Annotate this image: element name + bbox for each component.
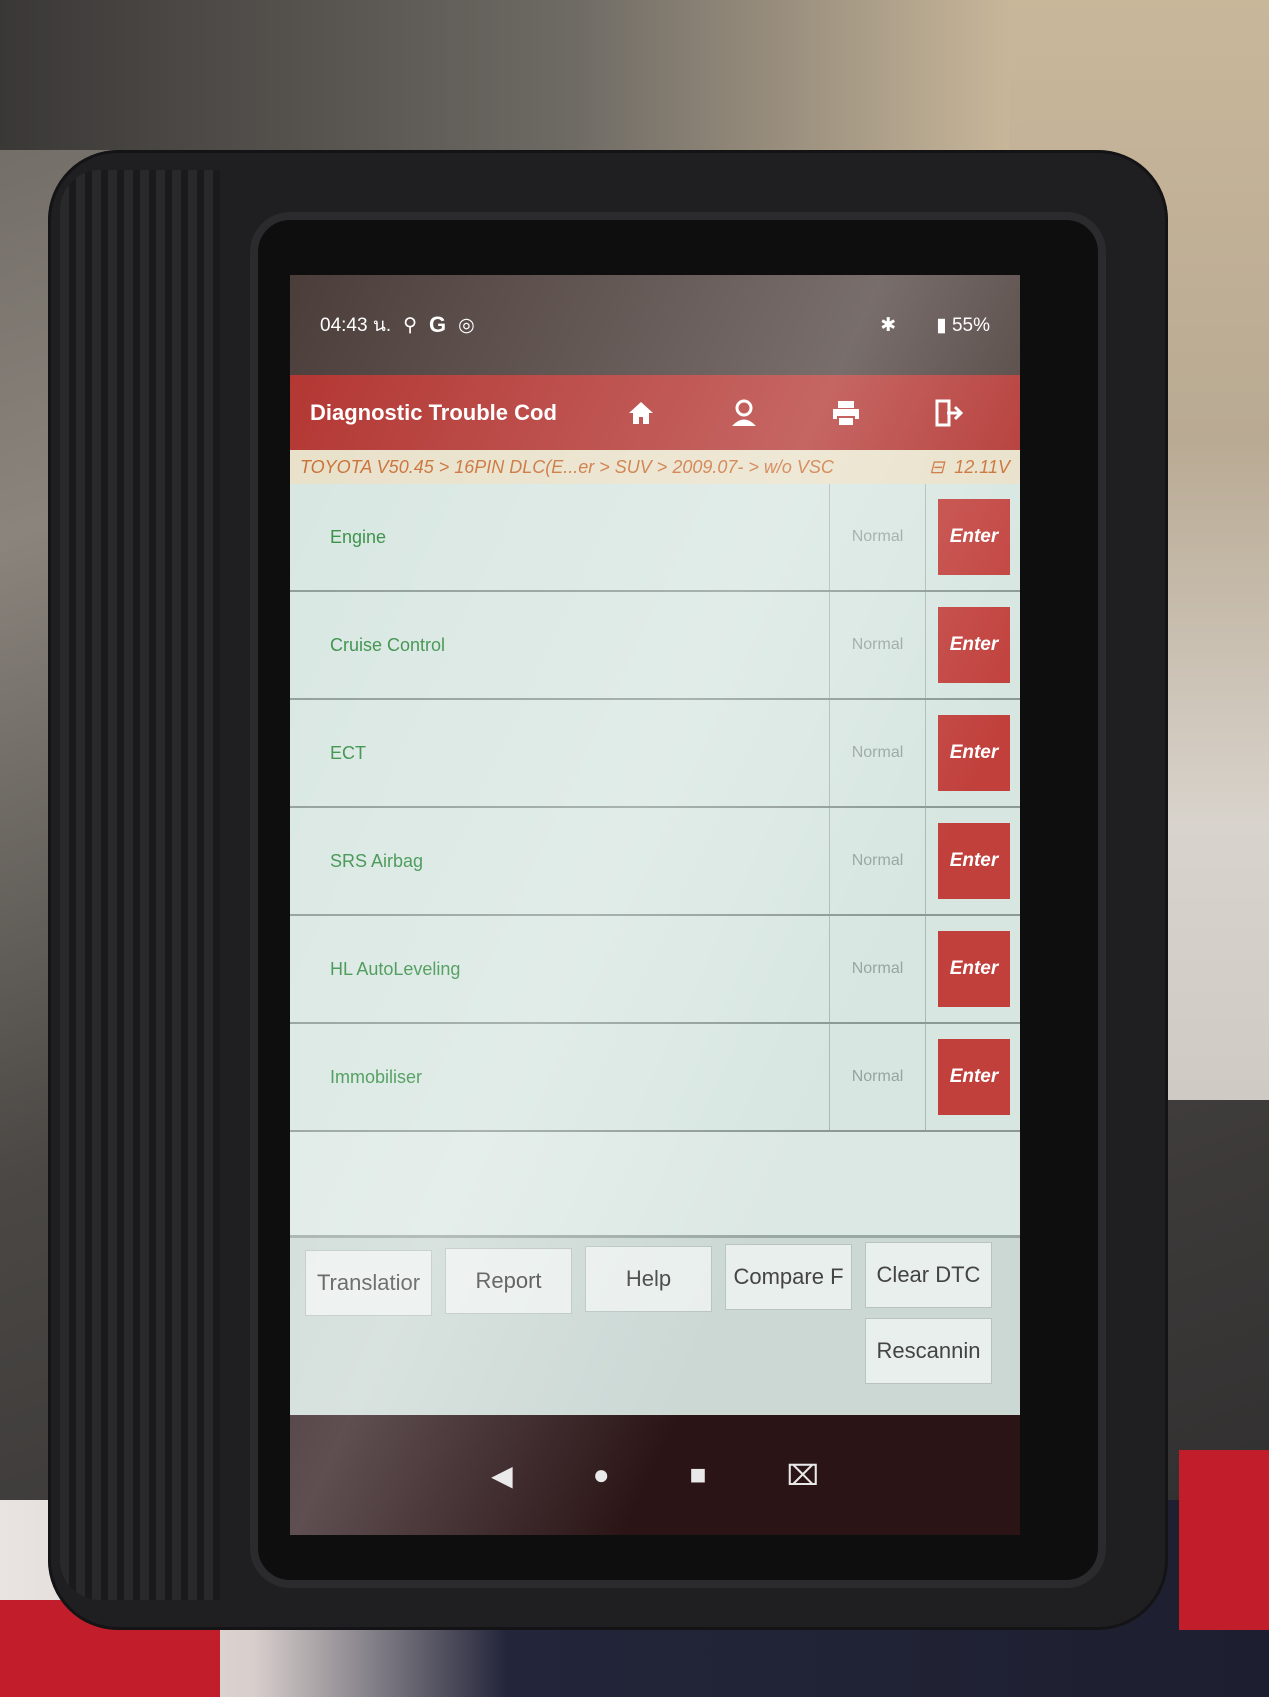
system-name: ECT [330, 742, 366, 763]
list-item: Cruise Control Normal Enter [290, 592, 1020, 700]
system-status: Normal [829, 1024, 926, 1130]
compare-button[interactable]: Compare F [725, 1244, 852, 1310]
bluetooth-icon: ✱ [880, 314, 897, 336]
android-nav-bar: ◀ ● ■ ⌧ [290, 1415, 1020, 1535]
battery-indicator: ▮ 55% [936, 314, 990, 337]
google-icon: G [429, 312, 447, 337]
report-button[interactable]: Report [445, 1248, 572, 1314]
background-cloth-red-right [1179, 1450, 1269, 1630]
system-status: Normal [829, 592, 926, 698]
list-item: SRS Airbag Normal Enter [290, 808, 1020, 916]
exit-icon [935, 399, 963, 426]
rescan-button[interactable]: Rescannin [865, 1318, 992, 1384]
usb-icon: ⚲ [403, 314, 418, 336]
back-icon[interactable]: ◀ [491, 1459, 513, 1492]
battery-voltage-icon: ⊟ [929, 456, 945, 477]
recents-icon[interactable]: ■ [690, 1459, 707, 1491]
enter-button[interactable]: Enter [938, 715, 1010, 791]
clock-app-icon: ◎ [458, 314, 475, 336]
app-header: Diagnostic Trouble Cod [290, 375, 1020, 450]
list-item: Engine Normal Enter [290, 484, 1020, 592]
battery-percent: 55% [951, 314, 990, 336]
status-bar: 04:43 น. ⚲ G ◎ ✱ ▮ 55% [290, 275, 1020, 375]
print-icon [833, 400, 860, 427]
system-status: Normal [829, 916, 926, 1022]
breadcrumb: TOYOTA V50.45 > 16PIN DLC(E...er > SUV >… [290, 450, 1020, 484]
page-title: Diagnostic Trouble Cod [310, 399, 557, 425]
system-name: Immobiliser [330, 1066, 423, 1087]
status-time: 04:43 น. [320, 315, 392, 336]
system-list: Engine Normal Enter Cruise Control Norma… [290, 484, 1020, 1132]
translation-button[interactable]: Translatior [305, 1250, 432, 1316]
system-status: Normal [829, 700, 926, 806]
user-button[interactable] [724, 393, 764, 433]
list-item: ECT Normal Enter [290, 700, 1020, 808]
tablet-screen: 04:43 น. ⚲ G ◎ ✱ ▮ 55% Diagnostic Troubl… [290, 275, 1020, 1535]
user-icon [731, 399, 756, 426]
voltage-reading: 12.11V [954, 456, 1010, 477]
home-button[interactable] [621, 393, 661, 433]
system-name: HL AutoLeveling [330, 958, 461, 979]
enter-button[interactable]: Enter [938, 931, 1010, 1007]
system-name: Cruise Control [330, 634, 446, 655]
system-name: Engine [330, 526, 387, 547]
list-item: HL AutoLeveling Normal Enter [290, 916, 1020, 1024]
enter-button[interactable]: Enter [938, 1039, 1010, 1115]
enter-button[interactable]: Enter [938, 607, 1010, 683]
battery-icon: ▮ [936, 314, 947, 336]
breadcrumb-path: TOYOTA V50.45 > 16PIN DLC(E...er > SUV >… [300, 456, 834, 477]
help-button[interactable]: Help [585, 1246, 712, 1312]
exit-button[interactable] [929, 393, 969, 433]
tablet-grip [60, 170, 220, 1600]
home-icon [629, 401, 654, 424]
list-item: Immobiliser Normal Enter [290, 1024, 1020, 1132]
clear-dtc-button[interactable]: Clear DTC [865, 1242, 992, 1308]
enter-button[interactable]: Enter [938, 499, 1010, 575]
print-button[interactable] [826, 393, 866, 433]
system-status: Normal [829, 808, 926, 914]
system-status: Normal [829, 484, 926, 590]
enter-button[interactable]: Enter [938, 823, 1010, 899]
screenshot-icon[interactable]: ⌧ [787, 1459, 819, 1492]
home-nav-icon[interactable]: ● [593, 1459, 610, 1491]
action-bar: Translatior Report Help Compare F Clear … [290, 1235, 1020, 1418]
list-empty-area [290, 1132, 1020, 1252]
system-name: SRS Airbag [330, 850, 424, 871]
